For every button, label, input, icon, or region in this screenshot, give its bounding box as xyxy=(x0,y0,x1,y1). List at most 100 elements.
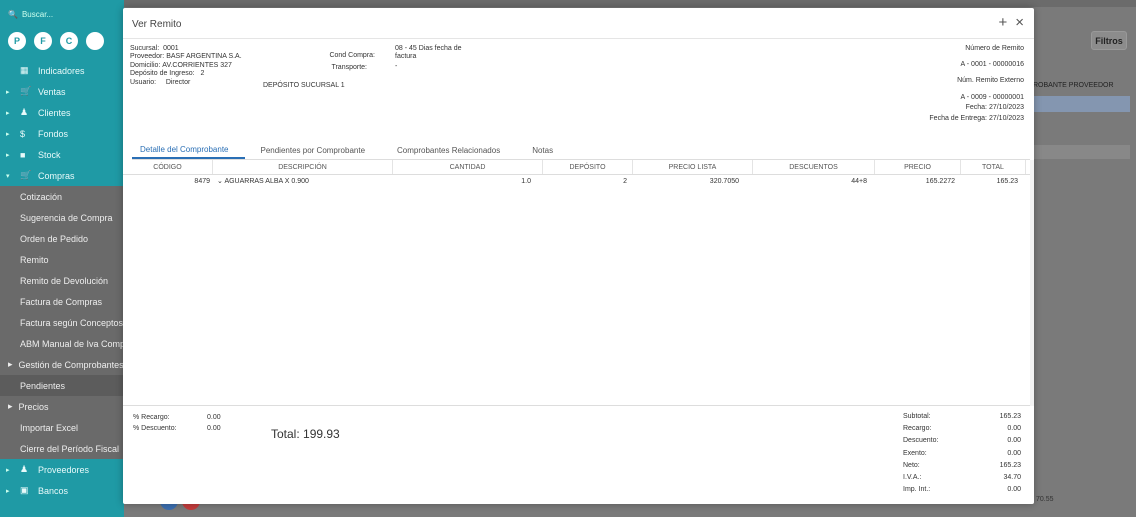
chevron-right-icon: ▸ xyxy=(8,359,13,369)
column-header[interactable]: DESCRIPCIÓN xyxy=(213,160,393,174)
totals-row: Exento: 0.00 xyxy=(903,449,1021,457)
circle-p-button[interactable]: P xyxy=(8,32,26,50)
column-header[interactable]: CANTIDAD xyxy=(393,160,543,174)
submenu-item-factura-compras[interactable]: Factura de Compras xyxy=(0,291,124,312)
proveedor-label: Proveedor: xyxy=(130,53,165,61)
sidebar-item-label: Indicadores xyxy=(38,65,85,76)
background-row[interactable] xyxy=(1033,145,1130,159)
submenu-item-pendientes[interactable]: Pendientes xyxy=(0,375,124,396)
cell-deposito: 2 xyxy=(623,178,627,185)
numero-remito-label: Número de Remito xyxy=(965,45,1024,52)
cart-icon: 🛒 xyxy=(20,170,32,180)
submenu-item-orden-pedido[interactable]: Orden de Pedido xyxy=(0,228,124,249)
sidebar: 🔍 Buscar... P F C ▦ Indicadores ▸ 🛒 Venta… xyxy=(0,0,124,517)
circle-c-button[interactable]: C xyxy=(60,32,78,50)
sucursal-value: 0001 xyxy=(163,45,179,52)
plus-icon[interactable]: + xyxy=(998,14,1007,31)
bank-icon: ▣ xyxy=(20,485,29,495)
submenu-item-importar-excel[interactable]: Importar Excel xyxy=(0,417,124,438)
submenu-item-cotizacion[interactable]: Cotización xyxy=(0,186,124,207)
table-row[interactable]: 8479 ⌄ AGUARRAS ALBA X 0.900 1.0 2 320.7… xyxy=(123,175,1030,189)
submenu-item-cierre-fiscal[interactable]: Cierre del Período Fiscal xyxy=(0,438,124,459)
tab-notas[interactable]: Notas xyxy=(516,141,569,159)
sidebar-item-bancos[interactable]: ▸ ▣ Bancos xyxy=(0,480,124,501)
remito-externo-value: A - 0009 - 00000001 xyxy=(960,94,1024,101)
submenu-item-label: Precios xyxy=(18,401,49,412)
chevron-right-icon: ▸ xyxy=(6,109,10,117)
column-header[interactable]: TOTAL xyxy=(961,160,1026,174)
deposito-name: DEPÓSITO SUCURSAL 1 xyxy=(263,82,345,89)
totals-row: Neto: 165.23 xyxy=(903,461,1021,469)
cell-descuentos: 44+8 xyxy=(851,178,867,185)
totals-row: Imp. Int.: 0.00 xyxy=(903,486,1021,494)
circle-f-button[interactable]: F xyxy=(34,32,52,50)
numero-remito-value: A - 0001 - 00000016 xyxy=(960,61,1024,68)
cond-compra-value: 08 - 45 Dias fecha de factura xyxy=(395,45,462,61)
sidebar-item-indicadores[interactable]: ▦ Indicadores xyxy=(0,60,124,81)
remito-externo-label: Núm. Remito Externo xyxy=(957,77,1024,84)
cond-compra-label: Cond Compra: xyxy=(329,52,375,59)
totals-row: Descuento: 0.00 xyxy=(903,437,1021,445)
transporte-value: - xyxy=(395,63,398,70)
submenu-item-remito[interactable]: Remito xyxy=(0,249,124,270)
tab-relacionados[interactable]: Comprobantes Relacionados xyxy=(381,141,516,159)
column-header-proveedor: ROBANTE PROVEEDOR xyxy=(1033,82,1114,89)
proveedor-value: BASF ARGENTINA S.A. xyxy=(166,53,242,61)
submenu-item-remito-devolucion[interactable]: Remito de Devolución xyxy=(0,270,124,291)
fecha-entrega: Fecha de Entrega: 27/10/2023 xyxy=(929,115,1024,122)
transporte-label: Transporte: xyxy=(331,64,367,71)
selected-row[interactable] xyxy=(1033,96,1130,112)
submenu-item-factura-conceptos[interactable]: Factura según Conceptos xyxy=(0,312,124,333)
cell-precio: 165.2272 xyxy=(925,178,955,185)
sucursal-label: Sucursal: xyxy=(130,45,160,52)
sidebar-item-stock[interactable]: ▸ ■ Stock xyxy=(0,144,124,165)
sidebar-item-label: Ventas xyxy=(38,86,66,97)
submenu-item-gestion-comprobantes[interactable]: ▸ Gestión de Comprobantes xyxy=(0,354,124,375)
sidebar-item-label: Stock xyxy=(38,149,61,160)
cell-precio-lista: 320.7050 xyxy=(709,178,739,185)
people-icon: ♟ xyxy=(20,107,29,117)
grid-icon: ▦ xyxy=(20,65,29,75)
column-header[interactable]: CÓDIGO xyxy=(123,160,213,174)
sidebar-search[interactable]: 🔍 Buscar... xyxy=(0,0,124,28)
sidebar-item-compras[interactable]: ▾ 🛒 Compras xyxy=(0,165,124,186)
close-icon[interactable]: × xyxy=(1015,14,1024,31)
box-icon: ■ xyxy=(20,149,26,160)
usuario-value: Director xyxy=(165,78,191,86)
column-header[interactable]: PRECIO xyxy=(875,160,961,174)
sidebar-item-clientes[interactable]: ▸ ♟ Clientes xyxy=(0,102,124,123)
tab-pendientes[interactable]: Pendientes por Comprobante xyxy=(245,141,382,159)
totals-row: Subtotal: 165.23 xyxy=(903,413,1021,420)
cell-codigo: 8479 xyxy=(194,178,210,185)
total-amount: Total: 199.93 xyxy=(271,427,340,441)
chevron-right-icon: ▸ xyxy=(6,151,10,159)
chevron-right-icon: ▸ xyxy=(6,88,10,96)
chevron-right-icon: ▸ xyxy=(6,130,10,138)
sidebar-item-ventas[interactable]: ▸ 🛒 Ventas xyxy=(0,81,124,102)
sidebar-item-proveedores[interactable]: ▸ ♟ Proveedores xyxy=(0,459,124,480)
tab-detalle[interactable]: Detalle del Comprobante xyxy=(132,141,245,159)
sidebar-item-fondos[interactable]: ▸ $ Fondos xyxy=(0,123,124,144)
recargo-value: 0.00 xyxy=(207,414,221,421)
chevron-right-icon: ▸ xyxy=(8,401,13,411)
submenu-item-abm-iva[interactable]: ABM Manual de Iva Compras xyxy=(0,333,124,354)
column-header[interactable]: DESCUENTOS xyxy=(753,160,875,174)
modal-title: Ver Remito xyxy=(132,19,182,30)
chevron-down-icon[interactable]: ⌄ xyxy=(217,178,223,185)
fecha: Fecha: 27/10/2023 xyxy=(965,104,1024,111)
submenu-item-sugerencia[interactable]: Sugerencia de Compra xyxy=(0,207,124,228)
grid-scrollbar[interactable] xyxy=(1030,160,1034,406)
quick-access-circles: P F C xyxy=(0,28,124,54)
compras-submenu: Cotización Sugerencia de Compra Orden de… xyxy=(0,186,124,459)
sidebar-item-label: Bancos xyxy=(38,485,69,496)
usuario-label: Usuario: xyxy=(130,78,157,86)
column-header[interactable]: DEPÓSITO xyxy=(543,160,633,174)
chevron-right-icon: ▸ xyxy=(6,466,10,474)
filtros-button[interactable]: Filtros xyxy=(1091,31,1127,50)
column-header[interactable]: PRECIO LISTA xyxy=(633,160,753,174)
deposito-value: 2 xyxy=(200,70,205,78)
sidebar-item-label: Compras xyxy=(38,170,75,181)
submenu-item-precios[interactable]: ▸ Precios xyxy=(0,396,124,417)
sidebar-item-label: Clientes xyxy=(38,107,71,118)
circle-blank-button[interactable] xyxy=(86,32,104,50)
